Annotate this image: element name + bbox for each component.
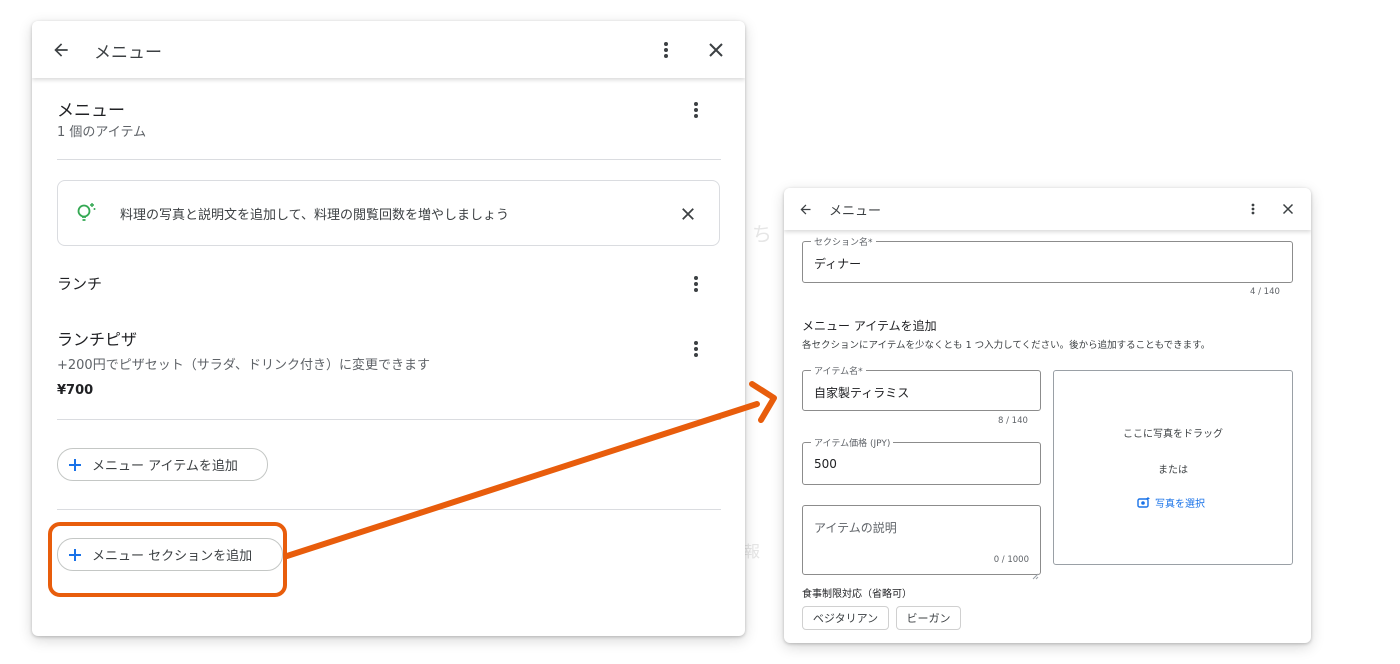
highlight-arrow (284, 381, 777, 559)
